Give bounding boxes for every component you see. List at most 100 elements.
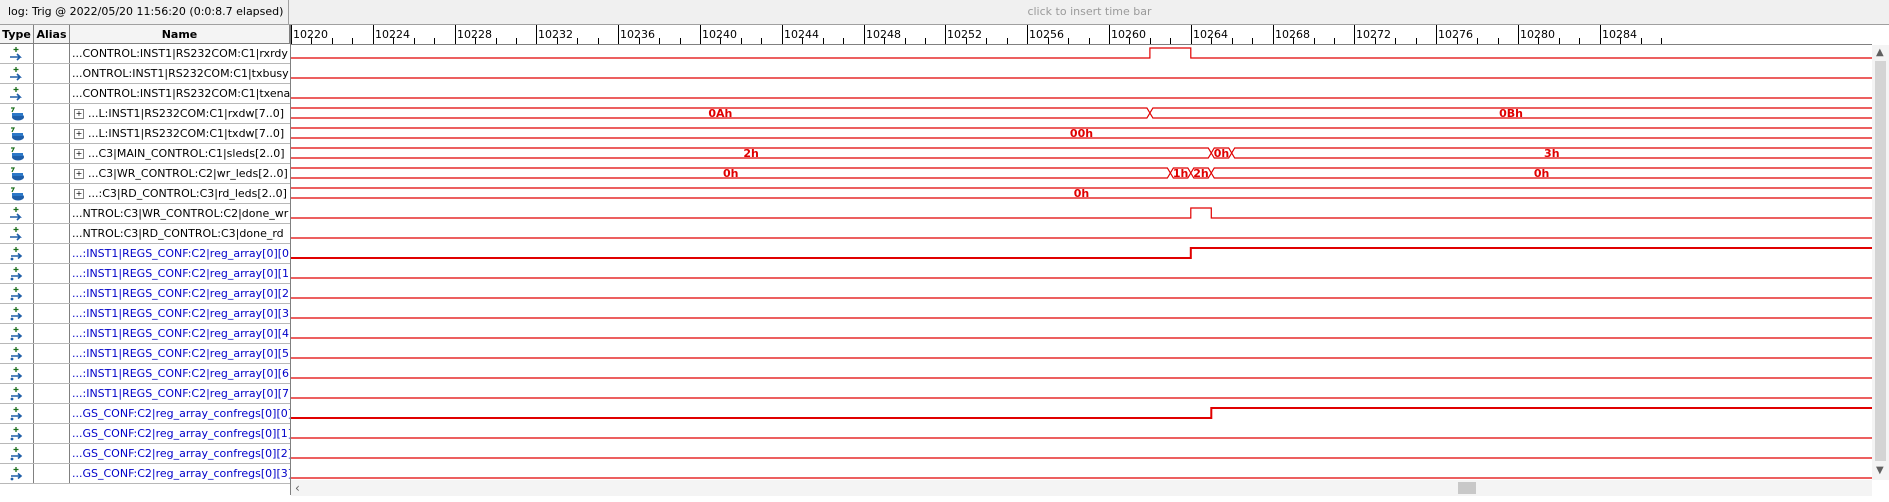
waveform-trace [291, 247, 1872, 259]
signal-name-cell[interactable]: ...:INST1|REGS_CONF:C2|reg_array[0][6] [70, 364, 290, 383]
horizontal-scroll-thumb[interactable] [1458, 482, 1476, 494]
register-icon [8, 326, 26, 345]
signal-row[interactable]: ...:INST1|REGS_CONF:C2|reg_array[0][0] [0, 244, 290, 264]
waveform-bit[interactable] [291, 207, 1872, 219]
ruler-minor-tick [823, 38, 824, 44]
alias-column-header[interactable]: Alias [34, 25, 70, 44]
type-column-header[interactable]: Type [0, 25, 34, 44]
waveform-bit[interactable] [291, 407, 1872, 419]
waveform-area[interactable]: 0Ah 0Bh 00h 2h 0h 3h 0h 1h 2h 0h 0h [291, 45, 1872, 480]
signal-name-cell[interactable]: ...:INST1|REGS_CONF:C2|reg_array[0][7] [70, 384, 290, 403]
signal-row[interactable]: ...:INST1|REGS_CONF:C2|reg_array[0][1] [0, 264, 290, 284]
vertical-scroll-thumb[interactable] [1875, 61, 1886, 461]
ruler-minor-tick [1477, 38, 1478, 44]
ruler-minor-tick [802, 38, 803, 44]
signal-name-cell[interactable]: ...:INST1|REGS_CONF:C2|reg_array[0][1] [70, 264, 291, 283]
alias-cell [34, 84, 70, 103]
vertical-scrollbar[interactable]: ▲ ▼ [1872, 45, 1889, 480]
signal-name-cell[interactable]: ...CONTROL:INST1|RS232COM:C1|rxrdy [70, 44, 290, 63]
name-column-header[interactable]: Name [70, 25, 290, 44]
signal-name-cell[interactable]: ...:INST1|REGS_CONF:C2|reg_array[0][0] [70, 244, 290, 263]
type-cell [0, 364, 34, 383]
signal-row[interactable]: ...GS_CONF:C2|reg_array_confregs[0][2] [0, 444, 290, 464]
time-ruler[interactable]: 10220 10224 10228 10232 10236 10240 10244 10248… [291, 25, 1872, 45]
scroll-down-icon[interactable]: ▼ [1876, 465, 1884, 476]
signal-name-cell[interactable]: + ...C3|MAIN_CONTROL:C1|sleds[2..0] [70, 144, 290, 163]
waveform-bus[interactable]: 0Ah 0Bh [291, 107, 1872, 120]
scroll-up-icon[interactable]: ▲ [1876, 47, 1884, 58]
signal-name: ...:INST1|REGS_CONF:C2|reg_array[0][1] [72, 267, 291, 280]
signal-name-cell[interactable]: + ...C3|WR_CONTROL:C2|wr_leds[2..0] [70, 164, 290, 183]
signal-name-cell[interactable]: ...:INST1|REGS_CONF:C2|reg_array[0][2] [70, 284, 290, 303]
signal-name-cell[interactable]: ...ONTROL:INST1|RS232COM:C1|txbusy [70, 64, 290, 83]
register-icon [8, 246, 26, 265]
signal-name-cell[interactable]: ...:INST1|REGS_CONF:C2|reg_array[0][4] [70, 324, 290, 343]
ruler-minor-tick [1559, 38, 1560, 44]
waveform-bus[interactable]: 0h [291, 187, 1872, 200]
alias-cell [34, 104, 70, 123]
signal-row[interactable]: ...:INST1|REGS_CONF:C2|reg_array[0][3] [0, 304, 290, 324]
signal-row[interactable]: ...NTROL:C3|WR_CONTROL:C2|done_wr [0, 204, 290, 224]
type-cell [0, 264, 34, 283]
ruler-minor-tick [1129, 38, 1130, 44]
signal-row[interactable]: + ...L:INST1|RS232COM:C1|rxdw[7..0] [0, 104, 290, 124]
signal-row[interactable]: ...:INST1|REGS_CONF:C2|reg_array[0][5] [0, 344, 290, 364]
type-cell [0, 464, 34, 483]
signal-name-cell[interactable]: ...CONTROL:INST1|RS232COM:C1|txena [70, 84, 290, 103]
expand-icon[interactable]: + [74, 169, 84, 179]
ruler-minor-tick [986, 38, 987, 44]
expand-icon[interactable]: + [74, 129, 84, 139]
signal-row[interactable]: + ...C3|WR_CONTROL:C2|wr_leds[2..0] [0, 164, 290, 184]
signal-name-cell[interactable]: ...NTROL:C3|WR_CONTROL:C2|done_wr [70, 204, 290, 223]
signal-name-cell[interactable]: + ...L:INST1|RS232COM:C1|rxdw[7..0] [70, 104, 290, 123]
signal-row[interactable]: ...NTROL:C3|RD_CONTROL:C3|done_rd [0, 224, 290, 244]
waveform-bus[interactable]: 2h 0h 3h [291, 147, 1872, 160]
waveform-bus[interactable]: 00h [291, 127, 1872, 140]
expand-icon[interactable]: + [74, 109, 84, 119]
waveform-bit[interactable] [291, 47, 1872, 59]
signal-name-cell[interactable]: ...:INST1|REGS_CONF:C2|reg_array[0][3] [70, 304, 290, 323]
signal-name-cell[interactable]: ...GS_CONF:C2|reg_array_confregs[0][1] [70, 424, 290, 443]
bus-icon [8, 106, 26, 125]
scroll-left-icon[interactable]: ‹ [295, 481, 300, 495]
signal-name-cell[interactable]: ...NTROL:C3|RD_CONTROL:C3|done_rd [70, 224, 290, 243]
waveform-bus[interactable]: 0h 1h 2h 0h [291, 167, 1872, 180]
signal-row[interactable]: ...:INST1|REGS_CONF:C2|reg_array[0][2] [0, 284, 290, 304]
signal-row[interactable]: + ...:C3|RD_CONTROL:C3|rd_leds[2..0] [0, 184, 290, 204]
signal-row[interactable]: ...:INST1|REGS_CONF:C2|reg_array[0][7] [0, 384, 290, 404]
signal-row[interactable]: + ...L:INST1|RS232COM:C1|txdw[7..0] [0, 124, 290, 144]
waveform-panel[interactable]: 10220 10224 10228 10232 10236 10240 10244 10248… [291, 25, 1872, 480]
signal-name-cell[interactable]: ...GS_CONF:C2|reg_array_confregs[0][0] [70, 404, 290, 423]
signal-row[interactable]: ...:INST1|REGS_CONF:C2|reg_array[0][6] [0, 364, 290, 384]
ruler-minor-tick [761, 38, 762, 44]
horizontal-scrollbar[interactable]: ‹ [291, 480, 1872, 496]
signal-row[interactable]: ...ONTROL:INST1|RS232COM:C1|txbusy [0, 64, 290, 84]
expand-icon[interactable]: + [74, 189, 84, 199]
bus-value-label: 2h [743, 147, 759, 160]
alias-cell [34, 364, 70, 383]
ruler-minor-tick [843, 38, 844, 44]
signal-row[interactable]: ...CONTROL:INST1|RS232COM:C1|txena [0, 84, 290, 104]
signal-row[interactable]: ...GS_CONF:C2|reg_array_confregs[0][3] [0, 464, 290, 484]
ruler-minor-tick [1641, 38, 1642, 44]
signal-name-cell[interactable]: ...GS_CONF:C2|reg_array_confregs[0][3] [70, 464, 290, 483]
ruler-minor-tick [516, 38, 517, 44]
waveform-bit[interactable] [291, 247, 1872, 259]
signal-row[interactable]: ...:INST1|REGS_CONF:C2|reg_array[0][4] [0, 324, 290, 344]
signal-row[interactable]: ...GS_CONF:C2|reg_array_confregs[0][0] [0, 404, 290, 424]
signal-row[interactable]: + ...C3|MAIN_CONTROL:C1|sleds[2..0] [0, 144, 290, 164]
ruler-minor-tick [966, 38, 967, 44]
register-icon [8, 386, 26, 405]
ruler-tick-label: 10252 [947, 28, 982, 41]
expand-icon[interactable]: + [74, 149, 84, 159]
signal-name-cell[interactable]: ...GS_CONF:C2|reg_array_confregs[0][2] [70, 444, 291, 463]
signal-name-cell[interactable]: + ...L:INST1|RS232COM:C1|txdw[7..0] [70, 124, 290, 143]
signal-row[interactable]: ...CONTROL:INST1|RS232COM:C1|rxrdy [0, 44, 290, 64]
toolbar: log: Trig @ 2022/05/20 11:56:20 (0:0:8.7… [0, 0, 1889, 25]
signal-name-cell[interactable]: ...:INST1|REGS_CONF:C2|reg_array[0][5] [70, 344, 290, 363]
insert-time-bar[interactable]: click to insert time bar [290, 0, 1889, 24]
signal-name: ...GS_CONF:C2|reg_array_confregs[0][2] [72, 447, 291, 460]
signal-name-cell[interactable]: + ...:C3|RD_CONTROL:C3|rd_leds[2..0] [70, 184, 290, 203]
signal-row[interactable]: ...GS_CONF:C2|reg_array_confregs[0][1] [0, 424, 290, 444]
type-cell [0, 424, 34, 443]
